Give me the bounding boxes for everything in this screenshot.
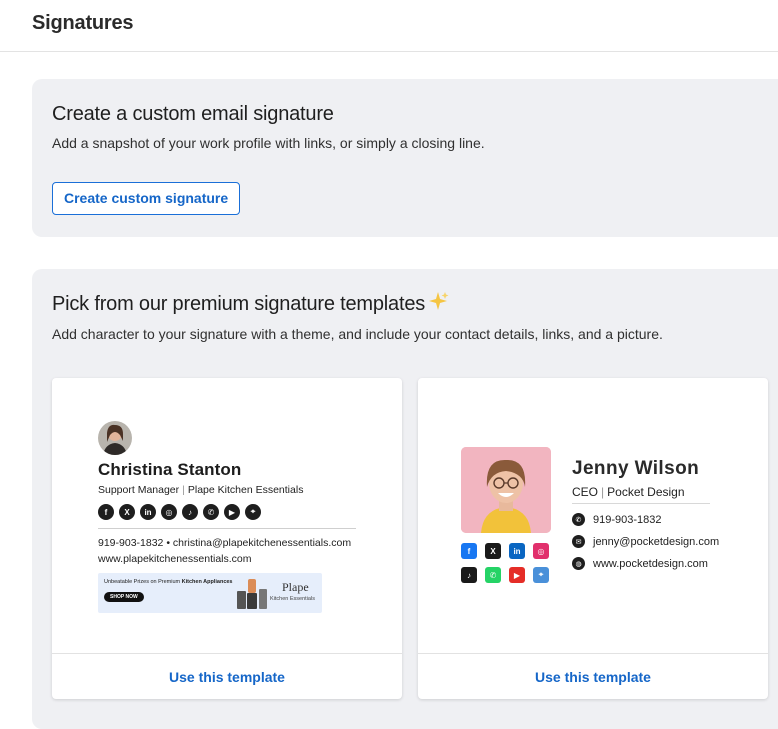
email-icon: ✉ <box>572 535 585 548</box>
facebook-icon: f <box>461 543 477 559</box>
location-icon: ⌖ <box>245 504 261 520</box>
template-card-christina[interactable]: Christina Stanton Support Manager | Plape … <box>52 378 402 699</box>
avatar <box>98 421 132 455</box>
signature-name: Christina Stanton <box>98 460 242 479</box>
x-icon: X <box>119 504 135 520</box>
appliance-icon <box>237 579 267 609</box>
signature-preview: Jenny Wilson CEO | Pocket Design ✆ 919-903-… <box>572 458 719 570</box>
divider <box>572 503 710 504</box>
whatsapp-icon: ✆ <box>203 504 219 520</box>
sparkle-icon <box>427 291 449 317</box>
signature-phone: 919-903-1832 <box>98 537 164 549</box>
banner-brand: Plape <box>282 580 309 594</box>
instagram-icon: ◎ <box>161 504 177 520</box>
custom-signature-panel: Create a custom email signature Add a sn… <box>32 79 778 237</box>
phone-row: ✆ 919-903-1832 <box>572 513 712 526</box>
contact-info: 919-903-1832 • christina@plapekitcheness… <box>98 535 356 567</box>
instagram-icon: ◎ <box>533 543 549 559</box>
facebook-icon: f <box>98 504 114 520</box>
premium-templates-title: Pick from our premium signature template… <box>52 291 772 317</box>
social-icons: f X in ◎ ♪ ✆ ▶ ⌖ <box>98 504 356 520</box>
use-template-button[interactable]: Use this template <box>418 653 768 699</box>
x-icon: X <box>485 543 501 559</box>
profile-photo <box>461 447 551 533</box>
signature-role: CEO | Pocket Design <box>572 485 685 499</box>
banner-text: Unbeatable Prizes on Premium Kitchen App… <box>104 579 233 585</box>
tiktok-icon: ♪ <box>461 567 477 583</box>
website-row: ◍ www.pocketdesign.com <box>572 557 712 570</box>
linkedin-icon: in <box>509 543 525 559</box>
use-template-button[interactable]: Use this template <box>52 653 402 699</box>
youtube-icon: ▶ <box>509 567 525 583</box>
linkedin-icon: in <box>140 504 156 520</box>
divider <box>98 528 356 529</box>
premium-templates-subtitle: Add character to your signature with a t… <box>52 326 663 342</box>
signature-preview: Christina Stanton Support Manager | Plape … <box>98 421 356 613</box>
location-icon: ⌖ <box>533 567 549 583</box>
template-card-jenny[interactable]: f X in ◎ ♪ ✆ ▶ ⌖ Jenny Wilson CEO | Pocket… <box>418 378 768 699</box>
signature-role: Support Manager | Plape Kitchen Essentials <box>98 484 304 496</box>
whatsapp-icon: ✆ <box>485 567 501 583</box>
email-row: ✉ jenny@pocketdesign.com <box>572 535 719 548</box>
custom-signature-subtitle: Add a snapshot of your work profile with… <box>52 135 485 151</box>
custom-signature-title: Create a custom email signature <box>52 103 334 125</box>
bullet-separator: • <box>166 537 170 549</box>
social-icons: f X in ◎ ♪ ✆ ▶ ⌖ <box>461 543 549 583</box>
signature-website: www.plapekitchenessentials.com <box>98 553 252 565</box>
phone-icon: ✆ <box>572 513 585 526</box>
youtube-icon: ▶ <box>224 504 240 520</box>
banner-cta: SHOP NOW <box>104 592 144 602</box>
signature-email: christina@plapekitchenessentials.com <box>172 537 352 549</box>
banner-brand-sub: Kitchen Essentials <box>270 596 315 602</box>
create-custom-signature-button[interactable]: Create custom signature <box>52 182 241 215</box>
signature-name: Jenny Wilson <box>572 458 700 479</box>
globe-icon: ◍ <box>572 557 585 570</box>
promo-banner: Unbeatable Prizes on Premium Kitchen App… <box>98 573 322 613</box>
page-title: Signatures <box>32 12 134 34</box>
tiktok-icon: ♪ <box>182 504 198 520</box>
page-header: Signatures <box>0 0 778 52</box>
